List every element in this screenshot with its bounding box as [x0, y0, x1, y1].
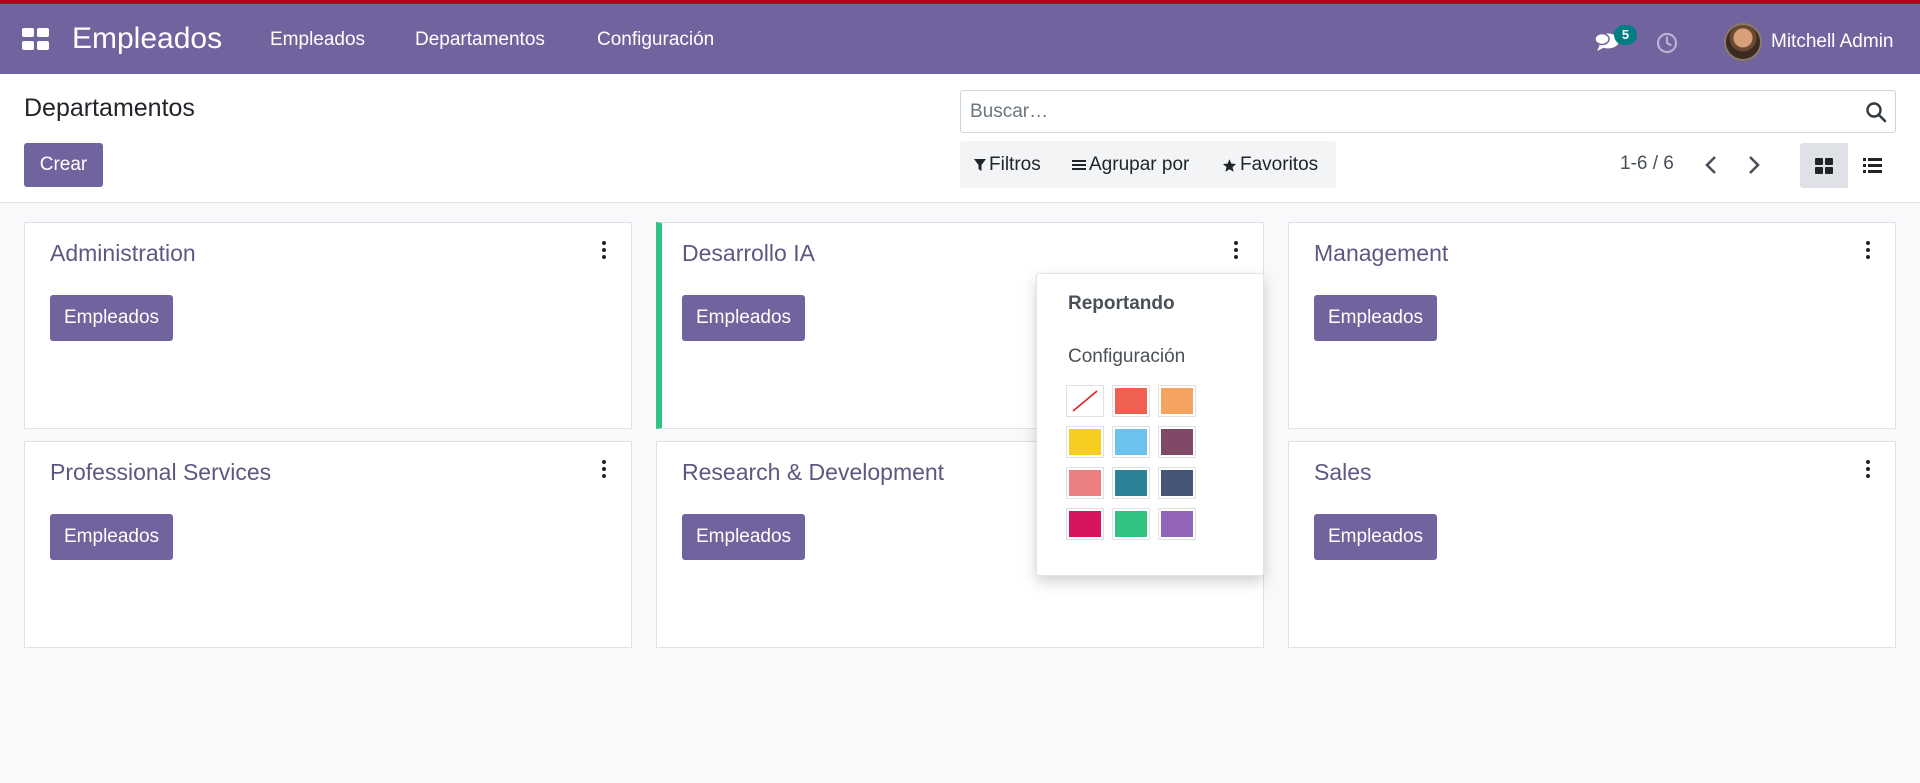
app-menu-icon[interactable]: [22, 28, 49, 50]
view-switcher: [1800, 143, 1896, 188]
color-swatch[interactable]: [1158, 508, 1196, 540]
menu-item-departamentos[interactable]: Departamentos: [415, 29, 545, 51]
favorites-button[interactable]: Favoritos: [1222, 154, 1318, 176]
list-view-icon: [1862, 158, 1882, 173]
top-navbar: Empleados Empleados Departamentos Config…: [0, 0, 1920, 74]
app-brand[interactable]: Empleados: [72, 22, 222, 56]
card-title[interactable]: Research & Development: [682, 459, 944, 486]
activity-clock-icon[interactable]: [1656, 32, 1678, 54]
color-swatch[interactable]: [1066, 508, 1104, 540]
kanban-card[interactable]: Administration Empleados: [24, 222, 632, 429]
pager-next-icon[interactable]: [1743, 154, 1763, 176]
search-icon[interactable]: [1865, 101, 1887, 123]
group-by-label: Agrupar por: [1089, 154, 1190, 175]
color-swatch[interactable]: [1112, 467, 1150, 499]
color-swatch[interactable]: [1066, 467, 1104, 499]
color-swatch[interactable]: [1158, 467, 1196, 499]
card-title[interactable]: Professional Services: [50, 459, 271, 486]
card-menu-icon[interactable]: [597, 458, 611, 480]
color-swatch-none[interactable]: [1066, 385, 1104, 417]
card-title[interactable]: Management: [1314, 240, 1448, 267]
card-menu-icon[interactable]: [597, 239, 611, 261]
employees-button[interactable]: Empleados: [682, 295, 806, 341]
chat-count-badge: 5: [1614, 25, 1637, 45]
page-title: Departamentos: [24, 94, 195, 122]
pager-previous-icon[interactable]: [1702, 154, 1722, 176]
kanban-card[interactable]: Sales Empleados: [1288, 441, 1896, 648]
card-dropdown-menu: Reportando Configuración: [1036, 273, 1264, 576]
user-name[interactable]: Mitchell Admin: [1771, 31, 1894, 53]
favorites-label: Favoritos: [1240, 154, 1319, 175]
star-icon: [1222, 158, 1237, 172]
group-by-button[interactable]: Agrupar por: [1072, 154, 1189, 176]
kanban-view-button[interactable]: [1800, 143, 1848, 188]
color-swatch[interactable]: [1066, 426, 1104, 458]
list-view-button[interactable]: [1848, 143, 1896, 188]
kanban-card[interactable]: Management Empleados: [1288, 222, 1896, 429]
menu-item-empleados[interactable]: Empleados: [270, 29, 365, 51]
kanban-card[interactable]: Professional Services Empleados: [24, 441, 632, 648]
card-menu-icon[interactable]: [1861, 239, 1875, 261]
search-options: Filtros Agrupar por Favoritos: [960, 141, 1336, 188]
card-title[interactable]: Administration: [50, 240, 196, 267]
control-panel: Departamentos Crear Filtros Agrupar por …: [0, 74, 1920, 203]
filter-icon: [974, 159, 986, 171]
employees-button[interactable]: Empleados: [1314, 295, 1438, 341]
filters-label: Filtros: [989, 154, 1041, 175]
employees-button[interactable]: Empleados: [1314, 514, 1438, 560]
color-swatch[interactable]: [1158, 385, 1196, 417]
group-by-icon: [1072, 160, 1086, 170]
card-title[interactable]: Sales: [1314, 459, 1372, 486]
card-title[interactable]: Desarrollo IA: [682, 240, 815, 267]
reporting-menu-item[interactable]: Reportando: [1068, 293, 1175, 315]
pager-value[interactable]: 1-6 / 6: [1620, 153, 1674, 175]
filters-button[interactable]: Filtros: [974, 154, 1041, 176]
search-bar: [960, 90, 1896, 133]
color-swatch[interactable]: [1112, 385, 1150, 417]
color-swatch[interactable]: [1112, 426, 1150, 458]
card-menu-icon[interactable]: [1229, 239, 1243, 261]
color-swatch[interactable]: [1158, 426, 1196, 458]
search-input[interactable]: [962, 92, 1852, 131]
card-menu-icon[interactable]: [1861, 458, 1875, 480]
employees-button[interactable]: Empleados: [682, 514, 806, 560]
configuration-menu-item[interactable]: Configuración: [1068, 346, 1185, 368]
menu-item-configuracion[interactable]: Configuración: [597, 29, 714, 51]
employees-button[interactable]: Empleados: [50, 295, 174, 341]
kanban-view-icon: [1815, 157, 1833, 174]
employees-button[interactable]: Empleados: [50, 514, 174, 560]
card-menu-toggle[interactable]: [1209, 223, 1263, 274]
create-button[interactable]: Crear: [24, 143, 103, 187]
color-swatch[interactable]: [1112, 508, 1150, 540]
user-avatar[interactable]: [1724, 23, 1762, 61]
